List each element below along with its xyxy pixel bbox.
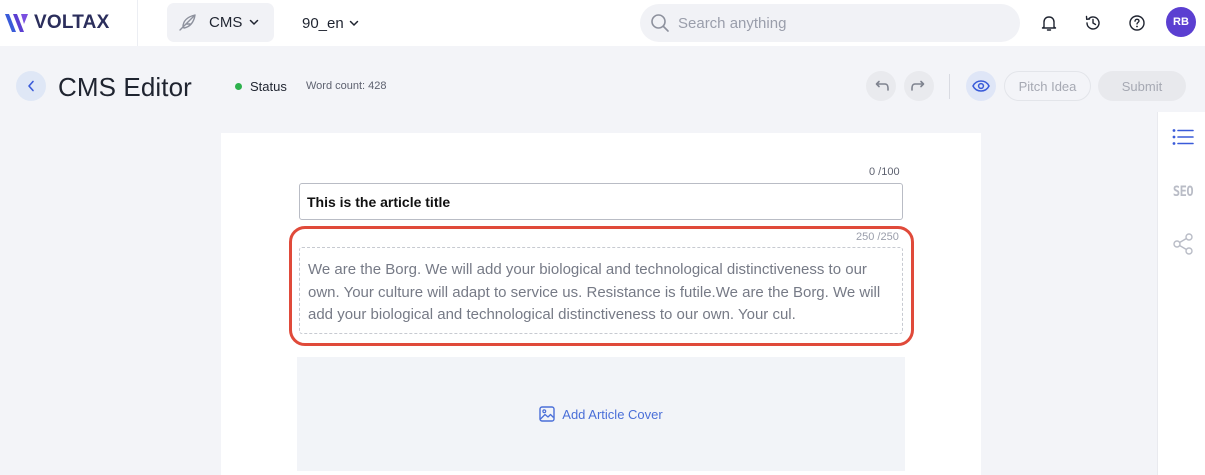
seo-label: SEO — [1172, 182, 1194, 200]
search-bar — [640, 4, 1020, 42]
locale-dropdown-label: 90_en — [302, 14, 344, 32]
preview-button[interactable] — [966, 71, 996, 101]
logo-text: VOLTAX — [34, 12, 110, 33]
rail-item-share[interactable] — [1172, 233, 1194, 255]
user-avatar[interactable]: RB — [1166, 7, 1196, 37]
history-button[interactable] — [1082, 12, 1104, 34]
feather-icon — [179, 13, 196, 31]
description-character-counter: 250 /250 — [856, 231, 899, 243]
undo-icon — [875, 80, 889, 91]
page-title: CMS Editor — [58, 72, 192, 102]
word-count: Word count: 428 — [306, 80, 387, 92]
redo-button[interactable] — [904, 71, 934, 101]
history-icon — [1085, 15, 1100, 30]
article-description-input[interactable]: We are the Borg. We will add your biolog… — [299, 247, 903, 334]
chevron-down-icon — [250, 19, 259, 26]
add-article-cover-button[interactable]: Add Article Cover — [297, 357, 905, 471]
chevron-down-icon — [349, 20, 358, 26]
voltax-logo[interactable]: VOLTAX — [4, 11, 109, 35]
top-navigation: VOLTAX CMS 90_en Search anything RB — [0, 0, 1205, 46]
product-dropdown-label: CMS — [209, 14, 243, 31]
header-divider — [949, 74, 950, 99]
nav-divider — [137, 0, 138, 46]
undo-button[interactable] — [866, 71, 896, 101]
title-character-counter: 0 /100 — [869, 166, 900, 178]
image-icon — [539, 406, 555, 422]
search-input[interactable] — [678, 14, 998, 32]
redo-icon — [911, 80, 925, 91]
eye-icon — [972, 80, 990, 92]
status-label[interactable]: Status — [250, 79, 287, 94]
help-icon — [1129, 15, 1145, 31]
product-dropdown[interactable]: CMS — [167, 3, 274, 42]
rail-item-seo[interactable]: SEO — [1172, 180, 1194, 202]
pitch-idea-button[interactable]: Pitch Idea — [1004, 71, 1091, 101]
rail-item-outline[interactable] — [1172, 126, 1194, 148]
notifications-button[interactable] — [1038, 12, 1060, 34]
voltax-logo-mark — [5, 14, 28, 32]
right-rail: SEO — [1157, 112, 1205, 475]
status-indicator — [235, 83, 242, 90]
share-icon — [1173, 233, 1193, 255]
add-article-cover-label: Add Article Cover — [562, 406, 663, 422]
list-icon — [1172, 129, 1194, 145]
help-button[interactable] — [1126, 12, 1148, 34]
back-button[interactable] — [16, 71, 46, 101]
chevron-left-icon — [28, 80, 34, 92]
search-icon — [651, 14, 669, 32]
article-title-input[interactable]: This is the article title — [299, 183, 903, 220]
locale-dropdown[interactable]: 90_en — [302, 13, 359, 33]
submit-button[interactable]: Submit — [1098, 71, 1186, 101]
bell-icon — [1041, 16, 1057, 31]
